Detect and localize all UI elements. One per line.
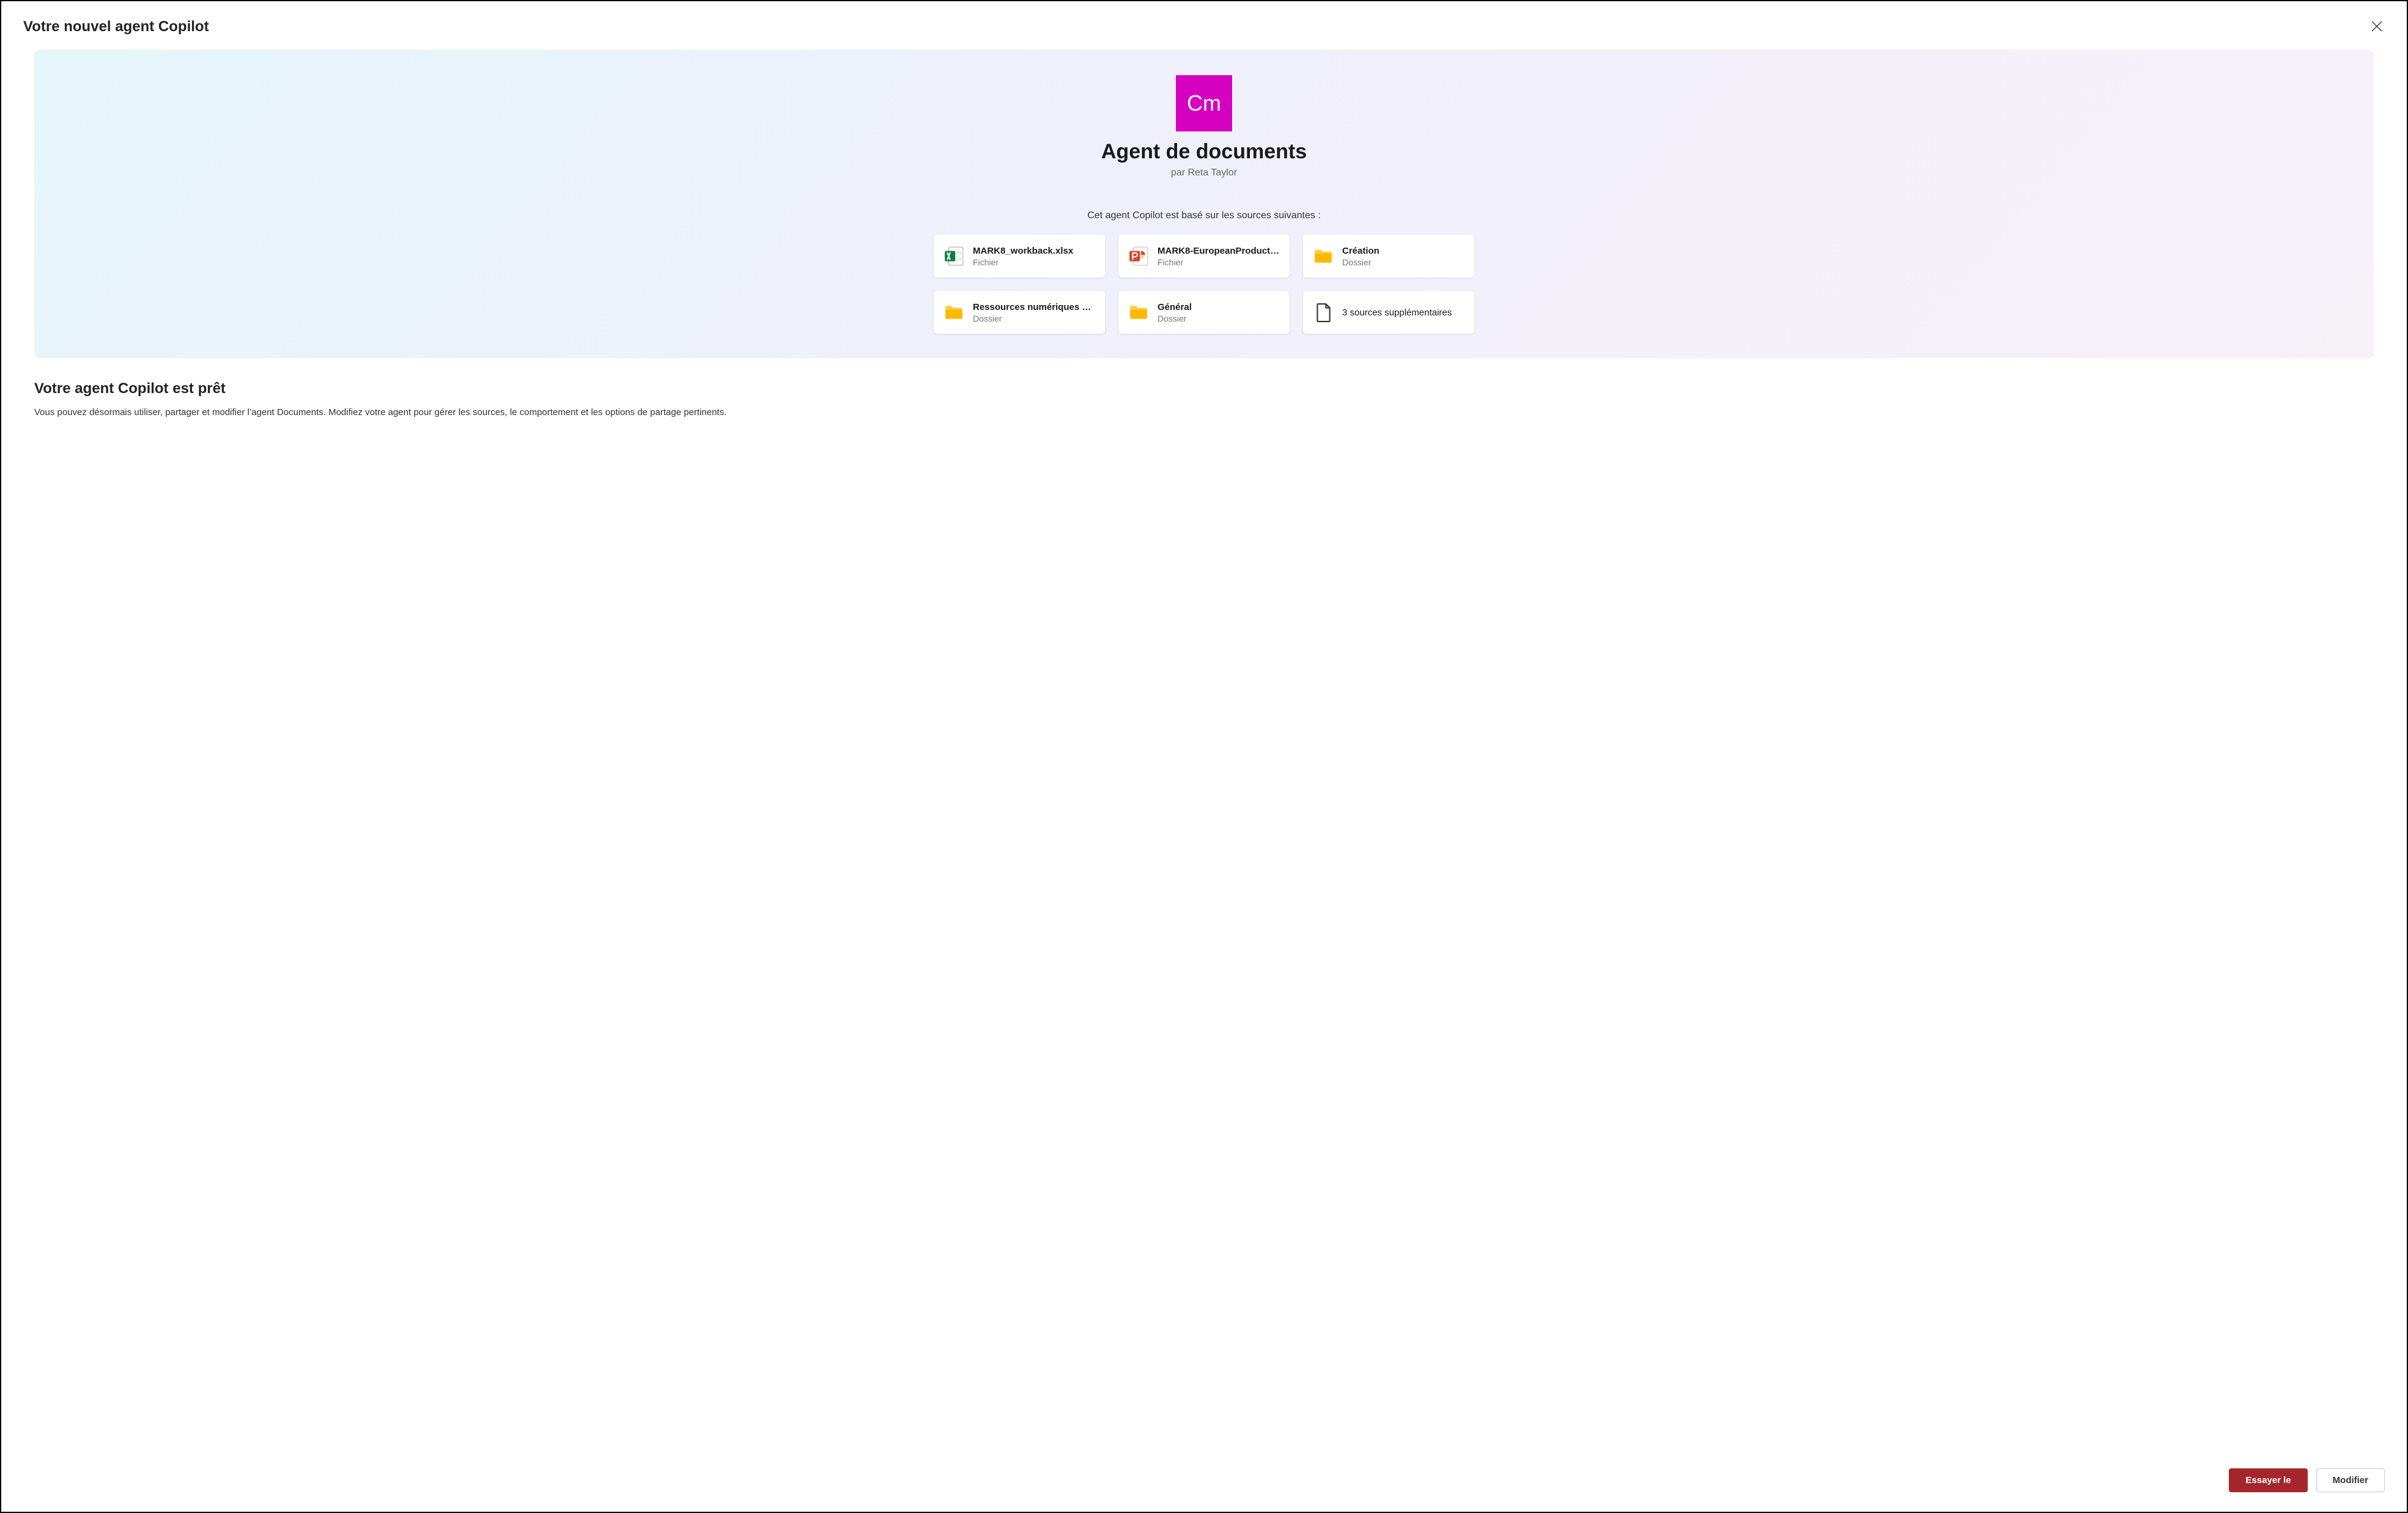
source-card[interactable]: Ressources numériques W… Dossier	[934, 291, 1105, 334]
source-card[interactable]: MARK8_workback.xlsx Fichier	[934, 235, 1105, 278]
source-title: Ressources numériques W…	[973, 302, 1095, 312]
agent-author: par Reta Taylor	[1171, 167, 1237, 179]
source-subtitle: Fichier	[973, 257, 1095, 267]
ready-title: Votre agent Copilot est prêt	[34, 380, 2374, 397]
edit-button[interactable]: Modifier	[2316, 1468, 2385, 1492]
source-card[interactable]: Général Dossier	[1118, 291, 1290, 334]
source-subtitle: Dossier	[1158, 314, 1280, 323]
source-subtitle: Fichier	[1158, 257, 1280, 267]
file-icon	[1313, 302, 1334, 323]
dialog-title: Votre nouvel agent Copilot	[23, 18, 209, 35]
source-title: 3 sources supplémentaires	[1342, 307, 1464, 318]
agent-name: Agent de documents	[1101, 140, 1307, 164]
source-subtitle: Dossier	[1342, 257, 1464, 267]
source-title: MARK8_workback.xlsx	[973, 246, 1095, 256]
source-texts: Ressources numériques W… Dossier	[973, 302, 1095, 323]
powerpoint-icon	[1128, 246, 1149, 267]
folder-icon	[944, 302, 964, 323]
source-title: Général	[1158, 302, 1280, 312]
sources-grid: MARK8_workback.xlsx Fichier MARK8-Europe…	[934, 235, 1474, 334]
dialog: Votre nouvel agent Copilot Cm Agent de d…	[0, 0, 2408, 1513]
dialog-footer: Essayer le Modifier	[23, 1419, 2385, 1492]
close-button[interactable]	[2369, 18, 2385, 36]
source-texts: 3 sources supplémentaires	[1342, 307, 1464, 318]
sources-caption: Cet agent Copilot est basé sur les sourc…	[1087, 210, 1321, 221]
agent-hero: Cm Agent de documents par Reta Taylor Ce…	[34, 50, 2374, 358]
folder-icon	[1128, 302, 1149, 323]
source-texts: MARK8_workback.xlsx Fichier	[973, 246, 1095, 267]
dialog-header: Votre nouvel agent Copilot	[23, 18, 2385, 36]
close-icon	[2371, 21, 2382, 32]
ready-section: Votre agent Copilot est prêt Vous pouvez…	[34, 380, 2374, 420]
folder-icon	[1313, 246, 1334, 267]
source-title: Création	[1342, 246, 1464, 256]
try-button[interactable]: Essayer le	[2229, 1468, 2307, 1492]
source-card[interactable]: Création Dossier	[1303, 235, 1474, 278]
ready-body: Vous pouvez désormais utiliser, partager…	[34, 406, 2374, 420]
source-title: MARK8-EuropeanProduct…	[1158, 246, 1280, 256]
source-card[interactable]: MARK8-EuropeanProduct… Fichier	[1118, 235, 1290, 278]
source-texts: Général Dossier	[1158, 302, 1280, 323]
excel-icon	[944, 246, 964, 267]
source-texts: MARK8-EuropeanProduct… Fichier	[1158, 246, 1280, 267]
source-texts: Création Dossier	[1342, 246, 1464, 267]
source-subtitle: Dossier	[973, 314, 1095, 323]
source-card-more[interactable]: 3 sources supplémentaires	[1303, 291, 1474, 334]
agent-avatar: Cm	[1176, 75, 1232, 131]
